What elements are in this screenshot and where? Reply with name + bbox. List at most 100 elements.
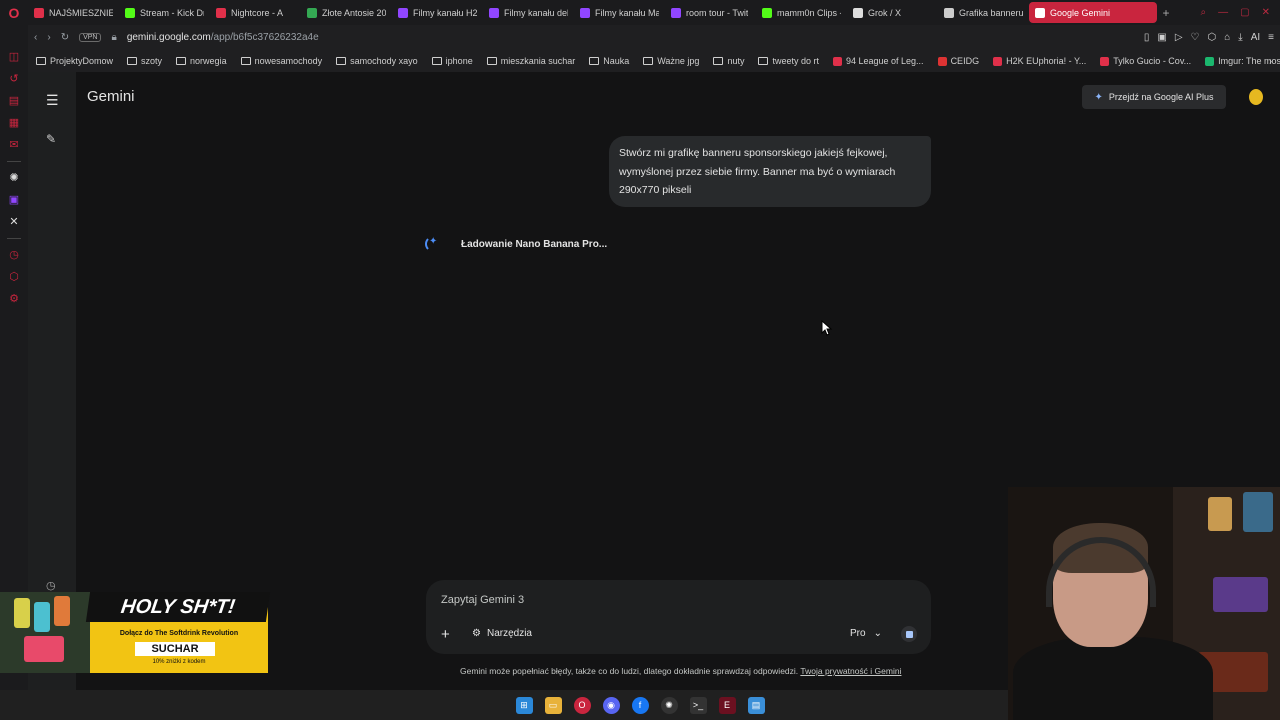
- site-favicon-icon: [1100, 56, 1110, 66]
- tab-strip: O NAJŚMIESZNIEJ Stream - Kick Dr Nightcore…: [0, 0, 1280, 25]
- x-icon[interactable]: ✕: [8, 216, 20, 228]
- bookmark-item[interactable]: CEIDG: [937, 56, 979, 66]
- extensions-icon[interactable]: ⬡: [8, 271, 20, 283]
- address-bar: ‹ › ↻ VPN 🔒︎ gemini.google.com/app/b6f5c…: [28, 25, 1280, 50]
- mail-icon[interactable]: ✉: [8, 139, 20, 151]
- bookmark-item[interactable]: mieszkania suchar: [486, 56, 575, 66]
- bookmark-item[interactable]: H2K EUphoria! - Y...: [993, 56, 1086, 66]
- new-chat-icon[interactable]: ✎: [46, 132, 56, 146]
- bookmark-item[interactable]: nowesamochody: [240, 56, 322, 66]
- wallet-icon[interactable]: ▤: [8, 95, 20, 107]
- tabs: NAJŚMIESZNIEJ Stream - Kick Dr Nightcore -…: [28, 0, 1157, 25]
- url-field[interactable]: gemini.google.com/app/b6f5c37626232a4e: [127, 32, 319, 43]
- folder-icon: [643, 57, 654, 65]
- bookmark-icon[interactable]: ▯: [1144, 32, 1150, 43]
- figurine: [1213, 577, 1268, 612]
- download-icon[interactable]: ⤓: [1238, 32, 1242, 43]
- tab[interactable]: Nightcore - A: [210, 2, 301, 23]
- settings-icon[interactable]: ⚙: [8, 293, 20, 305]
- bookmark-item[interactable]: 94 League of Leg...: [832, 56, 924, 66]
- bookmark-item[interactable]: Tylko Gucio - Cov...: [1100, 56, 1191, 66]
- terminal-icon[interactable]: >_: [689, 696, 707, 714]
- search-tabs-icon[interactable]: ⌕: [1201, 7, 1207, 18]
- discord-icon[interactable]: ◉: [602, 696, 620, 714]
- tab[interactable]: Grok / X: [847, 2, 938, 23]
- menu-icon[interactable]: ≡: [1268, 32, 1274, 43]
- messenger-icon[interactable]: ◫: [8, 51, 20, 63]
- stop-button[interactable]: [901, 626, 917, 642]
- twitch-icon[interactable]: ▣: [8, 194, 20, 206]
- maximize-icon[interactable]: ▢: [1240, 7, 1249, 18]
- close-icon[interactable]: ✕: [1262, 7, 1270, 18]
- history-icon[interactable]: ↺: [8, 73, 20, 85]
- vpn-badge[interactable]: VPN: [79, 33, 102, 42]
- opera-logo-icon[interactable]: O: [0, 5, 28, 21]
- tab[interactable]: NAJŚMIESZNIEJ: [28, 2, 119, 23]
- ai-button[interactable]: AI: [1251, 32, 1260, 43]
- tab-label: room tour - Twit: [686, 7, 749, 18]
- new-tab-button[interactable]: +: [1157, 6, 1175, 20]
- snapshot-icon[interactable]: ▣: [1157, 32, 1166, 43]
- tab[interactable]: Stream - Kick Dr: [119, 2, 210, 23]
- tab[interactable]: Złote Antosie 20: [301, 2, 392, 23]
- pinboard-icon[interactable]: ▦: [8, 117, 20, 129]
- bookmark-label: 94 League of Leg...: [845, 56, 924, 66]
- privacy-link[interactable]: Twoja prywatność i Gemini: [800, 666, 901, 676]
- tab[interactable]: room tour - Twit: [665, 2, 756, 23]
- reload-icon[interactable]: ↻: [61, 32, 69, 43]
- bookmark-item[interactable]: Ważne jpg: [643, 56, 699, 66]
- wallet-icon[interactable]: ⌂: [1224, 32, 1230, 43]
- tab-favicon-icon: [216, 7, 226, 18]
- clock-icon[interactable]: ◷: [8, 249, 20, 261]
- bookmark-item[interactable]: samochody xayo: [336, 56, 418, 66]
- chatgpt-icon[interactable]: ✺: [660, 696, 678, 714]
- page-title[interactable]: Gemini: [87, 88, 135, 105]
- model-selector[interactable]: Pro ⌄: [850, 628, 882, 639]
- tab[interactable]: Google Gemini: [1029, 2, 1157, 23]
- banner-discount: 10% zniżki z kodem: [152, 659, 206, 665]
- tab[interactable]: Filmy kanału Ma: [574, 2, 665, 23]
- tools-button[interactable]: ⚙ Narzędzia: [472, 628, 532, 639]
- add-files-icon[interactable]: +: [441, 626, 450, 643]
- avatar[interactable]: [1249, 89, 1263, 105]
- folder-icon: [336, 57, 347, 65]
- windows-start-icon[interactable]: ⊞: [515, 696, 533, 714]
- lock-icon[interactable]: 🔒︎: [111, 32, 116, 43]
- opera-icon[interactable]: O: [573, 696, 591, 714]
- tab[interactable]: mamm0n Clips -: [756, 2, 847, 23]
- tab[interactable]: Filmy kanału H2: [392, 2, 483, 23]
- heart-icon[interactable]: ♡: [1191, 32, 1200, 43]
- minimize-icon[interactable]: —: [1218, 7, 1228, 18]
- extensions-icon[interactable]: ⬡: [1208, 32, 1217, 43]
- facebook-icon[interactable]: f: [631, 696, 649, 714]
- folder-icon: [36, 57, 46, 65]
- play-icon[interactable]: ▷: [1175, 32, 1183, 43]
- main-menu-icon[interactable]: ☰: [46, 92, 59, 109]
- promo-code: SUCHAR: [135, 642, 215, 656]
- upgrade-button[interactable]: ✦ Przejdź na Google AI Plus: [1082, 85, 1226, 109]
- folder-icon: [758, 57, 769, 65]
- bookmark-item[interactable]: norwegia: [176, 56, 227, 66]
- tab-favicon-icon: [307, 7, 317, 18]
- bookmark-item[interactable]: nuty: [713, 56, 744, 66]
- chatgpt-icon[interactable]: ✺: [8, 172, 20, 184]
- tab[interactable]: Grafika banneru: [938, 2, 1029, 23]
- back-icon[interactable]: ‹: [34, 32, 37, 43]
- bookmark-item[interactable]: szoty: [127, 56, 162, 66]
- bookmark-item[interactable]: ProjektyDomow: [36, 56, 113, 66]
- tab[interactable]: Filmy kanału del: [483, 2, 574, 23]
- figurine: [1208, 497, 1232, 531]
- bookmark-item[interactable]: Nauka: [589, 56, 629, 66]
- url-host: gemini.google.com: [126, 32, 211, 43]
- model-label: Pro: [850, 628, 866, 639]
- epic-games-icon[interactable]: E: [718, 696, 736, 714]
- activity-icon[interactable]: ◷: [46, 579, 56, 592]
- file-explorer-icon[interactable]: ▭: [544, 696, 562, 714]
- bookmarks-more-icon[interactable]: ›: [1269, 56, 1272, 66]
- bookmark-item[interactable]: tweety do rt: [758, 56, 819, 66]
- notepad-icon[interactable]: ▤: [747, 696, 765, 714]
- prompt-input[interactable]: Zapytaj Gemini 3: [441, 594, 524, 606]
- bookmark-item[interactable]: iphone: [431, 56, 473, 66]
- tab-favicon-icon: [944, 7, 954, 18]
- forward-icon[interactable]: ›: [47, 32, 50, 43]
